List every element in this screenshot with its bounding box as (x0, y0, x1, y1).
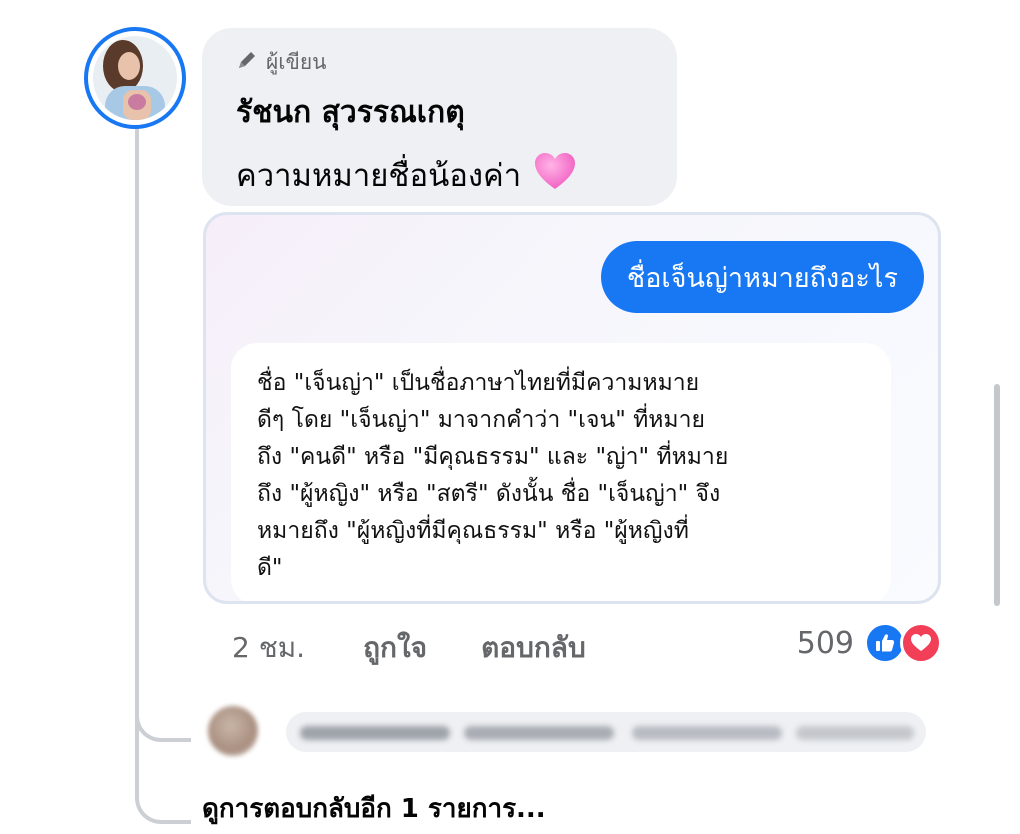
answer-line: ถึง "คนดี" หรือ "มีคุณธรรม" และ "ญ่า" ที… (257, 444, 729, 470)
scrollbar[interactable] (994, 384, 1000, 606)
question-bubble: ชื่อเจ็นญ่าหมายถึงอะไร (600, 241, 924, 313)
reaction-count: 509 (796, 625, 854, 661)
avatar[interactable] (84, 27, 186, 129)
blurred-reply[interactable] (200, 704, 940, 760)
comment-actions: 2 ชม. ถูกใจ ตอบกลับ (232, 626, 586, 670)
comment-bubble: ผู้เขียน รัชนก สุวรรณเกตุ ความหมายชื่อน้… (202, 28, 677, 206)
reply-button[interactable]: ตอบกลับ (481, 626, 586, 670)
avatar-photo (93, 36, 177, 120)
answer-line: ดีๆ โดย "เจ็นญ่า" มาจากคำว่า "เจน" ที่หม… (257, 407, 705, 433)
like-button[interactable]: ถูกใจ (363, 626, 427, 670)
answer-bubble: ชื่อ "เจ็นญ่า" เป็นชื่อภาษาไทยที่มีความห… (231, 343, 891, 601)
pink-heart-icon (533, 151, 577, 199)
blurred-avatar (208, 706, 258, 756)
answer-line: ถึง "ผู้หญิง" หรือ "สตรี" ดังนั้น ชื่อ "… (257, 481, 721, 507)
author-badge: ผู้เขียน (236, 46, 677, 79)
chat-screenshot-image[interactable]: ชื่อเจ็นญ่าหมายถึงอะไร ชื่อ "เจ็นญ่า" เป… (203, 212, 941, 604)
answer-line: ชื่อ "เจ็นญ่า" เป็นชื่อภาษาไทยที่มีความห… (257, 370, 700, 396)
thread-connector-more-replies (135, 772, 191, 824)
answer-line: ดี" (257, 555, 283, 581)
comment-timestamp[interactable]: 2 ชม. (232, 626, 305, 670)
view-more-replies-link[interactable]: ดูการตอบกลับอีก 1 รายการ... (202, 788, 546, 829)
comment-text: ความหมายชื่อน้องค่า (236, 158, 522, 194)
author-badge-label: ผู้เขียน (266, 50, 327, 74)
blurred-reply-text (286, 712, 926, 752)
reactions-summary[interactable]: 509 (797, 622, 942, 664)
thread-connector-blurred-reply (135, 690, 191, 742)
answer-line: หมายถึง "ผู้หญิงที่มีคุณธรรม" หรือ "ผู้ห… (257, 518, 689, 544)
pencil-icon (236, 49, 258, 76)
love-icon (900, 622, 942, 664)
question-text: ชื่อเจ็นญ่าหมายถึงอะไร (626, 262, 898, 294)
author-name[interactable]: รัชนก สุวรรณเกตุ (236, 89, 677, 136)
